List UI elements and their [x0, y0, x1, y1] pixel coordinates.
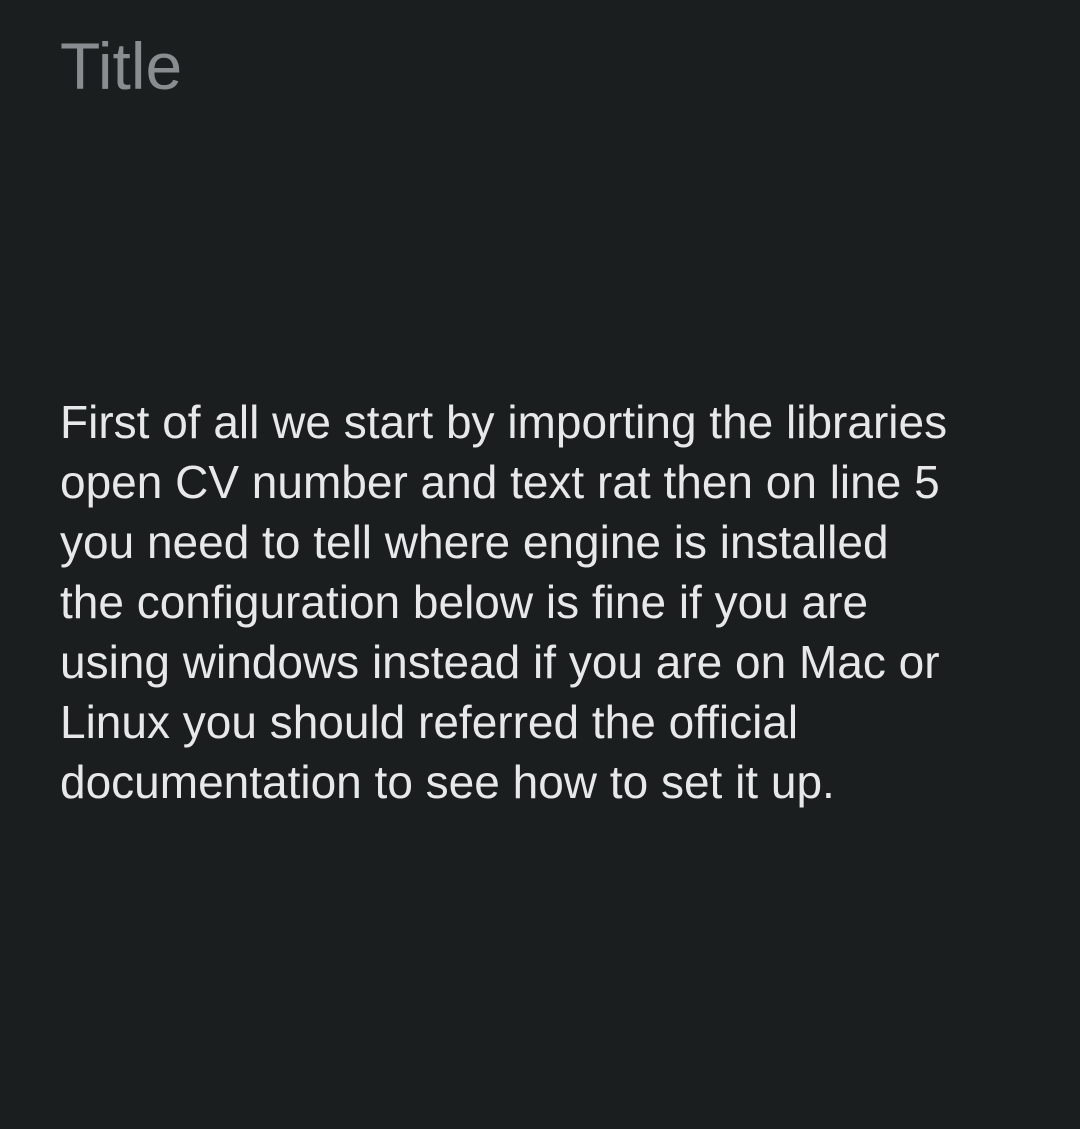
note-editor: Title First of all we start by importing…: [0, 0, 1080, 1129]
note-body-line: Linux you should referred the official: [60, 696, 799, 748]
note-body-line: open CV number and text rat then on line…: [60, 456, 940, 508]
note-title-field[interactable]: Title: [60, 24, 1020, 108]
note-body-line: using windows instead if you are on Mac …: [60, 636, 940, 688]
note-body-line: First of all we start by importing the l…: [60, 396, 948, 448]
note-body-line: the configuration below is fine if you a…: [60, 576, 869, 628]
note-body-line: you need to tell where engine is install…: [60, 516, 889, 568]
note-body-line: documentation to see how to set it up.: [60, 756, 835, 808]
note-body-field[interactable]: First of all we start by importing the l…: [60, 392, 1050, 812]
